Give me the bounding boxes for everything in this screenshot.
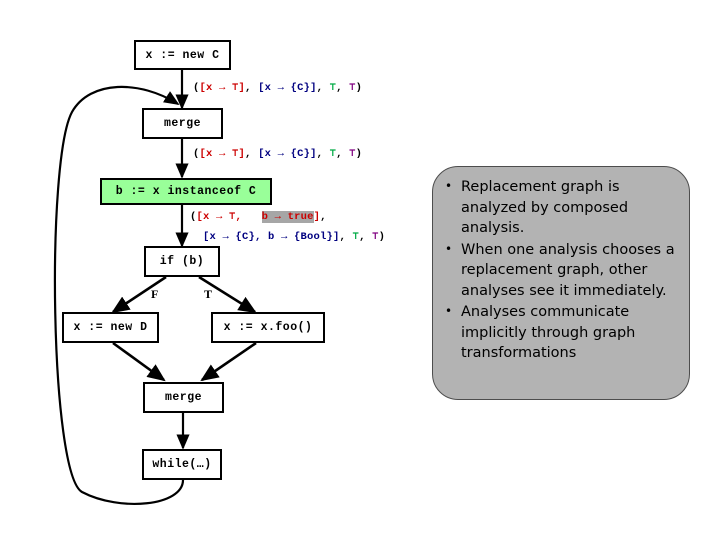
annotation-run — [249, 211, 262, 223]
callout-panel: Replacement graph is analyzed by compose… — [432, 166, 690, 400]
branch-label-false: F — [151, 287, 159, 301]
annotation-run: , — [320, 211, 327, 223]
cfg-node-merge-top[interactable]: merge — [142, 108, 223, 139]
cfg-node-merge-bottom[interactable]: merge — [143, 382, 224, 413]
branch-label-true: T — [204, 287, 213, 301]
annotation-run: , — [245, 148, 259, 160]
callout-bullet-item: Analyses communicate implicitly through … — [441, 301, 679, 364]
annotation-run: , — [245, 82, 259, 94]
cfg-node-x-foo[interactable]: x := x.foo() — [211, 312, 325, 343]
annotation-run: , — [339, 231, 353, 243]
cfg-node-new-c[interactable]: x := new C — [134, 40, 231, 70]
annotation-after-merge-top: ([x → ⊤], [x → {C}], ⊤, ⊤) — [193, 147, 362, 160]
annotation-run: b → true — [261, 211, 314, 223]
cfg-node-new-d[interactable]: x := new D — [62, 312, 159, 343]
annotation-run: [x → ⊤] — [199, 148, 246, 160]
annotation-run: , — [336, 148, 350, 160]
annotation-run: [x → {C}, b → {Bool}] — [203, 231, 340, 243]
callout-bullet-item: Replacement graph is analyzed by compose… — [441, 176, 679, 239]
edge-xfoo-to-merge-bottom — [200, 341, 257, 382]
annotation-run: , — [316, 82, 330, 94]
annotation-run: [x → ⊤] — [199, 82, 246, 94]
cfg-node-if-b[interactable]: if (b) — [144, 246, 220, 277]
cfg-node-instanceof[interactable]: b := x instanceof C — [100, 178, 272, 205]
annotation-run: [x → {C}] — [258, 148, 317, 160]
annotation-after-instanceof-line1: ([x → ⊤, b → true], — [190, 210, 327, 223]
annotation-run: ) — [355, 82, 363, 94]
callout-bullet-item: When one analysis chooses a replacement … — [441, 239, 679, 302]
edge-loop-back-while-to-merge — [53, 85, 185, 505]
annotation-run: , — [336, 82, 350, 94]
annotation-run: , — [316, 148, 330, 160]
annotation-after-new-c: ([x → ⊤], [x → {C}], ⊤, ⊤) — [193, 81, 362, 94]
annotation-run: ) — [355, 148, 363, 160]
annotation-run: , — [359, 231, 373, 243]
edge-newd-to-merge-bottom — [112, 341, 166, 382]
callout-bullet-list: Replacement graph is analyzed by compose… — [433, 167, 689, 364]
annotation-run: [x → ⊤, — [196, 211, 249, 223]
slide-canvas: x := new C merge b := x instanceof C if … — [0, 0, 720, 540]
annotation-after-instanceof-line2: [x → {C}, b → {Bool}], ⊤, ⊤) — [203, 230, 385, 243]
cfg-node-while[interactable]: while(…) — [142, 449, 222, 480]
annotation-run: [x → {C}] — [258, 82, 317, 94]
annotation-run: ) — [378, 231, 386, 243]
